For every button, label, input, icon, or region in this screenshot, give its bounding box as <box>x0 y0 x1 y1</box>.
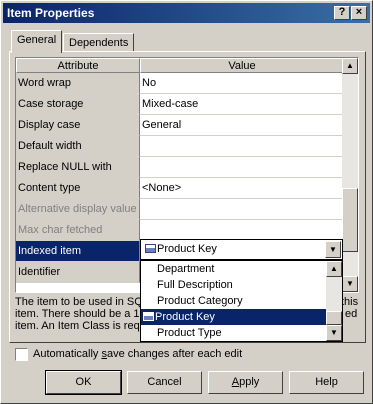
tab-dependents-label: Dependents <box>69 37 129 49</box>
attribute-cell: Identifier <box>16 262 140 283</box>
column-header-value[interactable]: Value <box>140 58 344 73</box>
value-cell[interactable] <box>140 136 344 157</box>
value-cell[interactable]: Mixed-case <box>140 94 344 115</box>
grid-row-replace-null[interactable]: Replace NULL with <box>16 157 344 178</box>
value-cell <box>140 199 344 220</box>
attribute-cell: Indexed item <box>16 241 140 262</box>
indexed-item-combobox[interactable]: Product Key ▼ <box>140 239 343 260</box>
ok-button[interactable]: OK <box>45 370 122 395</box>
label-text: ave changes after each edit <box>106 348 243 360</box>
label-text: Automatically <box>33 348 102 360</box>
attribute-cell: Max char fetched <box>16 220 140 241</box>
description-text: item. There should be a 1: <box>15 308 143 320</box>
description-text: this <box>341 296 359 308</box>
attribute-cell: Replace NULL with <box>16 157 140 178</box>
value-cell[interactable]: General <box>140 115 344 136</box>
grid-row-display-case[interactable]: Display case General <box>16 115 344 136</box>
value-cell[interactable]: No <box>140 73 344 94</box>
button-accelerator: A <box>231 376 240 388</box>
attribute-cell: Word wrap <box>16 73 140 94</box>
dropdown-scrollbar[interactable]: ▲ ▼ <box>326 261 342 341</box>
table-column-icon <box>145 244 156 253</box>
table-column-icon <box>143 312 154 321</box>
dropdown-option-selected[interactable]: Product Key <box>141 309 342 325</box>
combobox-arrow-icon[interactable]: ▼ <box>325 241 341 258</box>
value-cell[interactable]: <None> <box>140 178 344 199</box>
attribute-cell: Content type <box>16 178 140 199</box>
attribute-cell: Default width <box>16 136 140 157</box>
description-text: ed <box>345 308 358 320</box>
grid-row-content-type[interactable]: Content type <None> <box>16 178 344 199</box>
close-title-button[interactable]: × <box>351 6 367 20</box>
autosave-checkbox-label[interactable]: Automatically save changes after each ed… <box>33 348 242 361</box>
dropdown-option[interactable]: Product Type <box>141 325 342 341</box>
dropdown-option[interactable]: Department <box>141 261 342 277</box>
grid-header: Attribute Value <box>16 58 344 73</box>
tab-general-label: General <box>17 34 57 46</box>
grid-row-case-storage[interactable]: Case storage Mixed-case <box>16 94 344 115</box>
scroll-thumb[interactable] <box>326 311 342 325</box>
grid-row-alternative-display-value: Alternative display value <box>16 199 344 220</box>
tab-dependents[interactable]: Dependents <box>63 33 135 52</box>
scroll-thumb[interactable] <box>342 188 358 252</box>
value-cell <box>140 220 344 241</box>
description-text: The item to be used in SQL <box>15 296 149 308</box>
scroll-up-icon[interactable]: ▲ <box>342 58 358 74</box>
window-title: Item Properties <box>7 6 95 20</box>
column-header-attribute[interactable]: Attribute <box>16 58 140 73</box>
item-properties-dialog: Item Properties ? × General Dependents A… <box>0 0 373 404</box>
dropdown-option[interactable]: Product Category <box>141 293 342 309</box>
cancel-button[interactable]: Cancel <box>127 371 202 394</box>
scroll-down-icon[interactable]: ▼ <box>326 325 342 341</box>
help-button[interactable]: Help <box>289 371 364 394</box>
apply-button[interactable]: Apply <box>208 371 283 394</box>
attribute-cell: Alternative display value <box>16 199 140 220</box>
description-text: item. An Item Class is requ <box>15 320 146 332</box>
button-label: pply <box>239 376 260 388</box>
scroll-down-icon[interactable]: ▼ <box>342 276 358 292</box>
attribute-cell: Case storage <box>16 94 140 115</box>
combobox-value: Product Key <box>157 243 217 255</box>
dropdown-option-label: Product Key <box>155 311 215 323</box>
scroll-up-icon[interactable]: ▲ <box>326 261 342 277</box>
grid-row-max-char-fetched: Max char fetched <box>16 220 344 241</box>
indexed-item-dropdown-list: Department Full Description Product Cate… <box>140 260 343 342</box>
grid-scrollbar[interactable]: ▲ ▼ <box>342 58 358 292</box>
title-bar: Item Properties ? × <box>3 3 370 23</box>
help-title-button[interactable]: ? <box>334 6 350 20</box>
grid-row-default-width[interactable]: Default width <box>16 136 344 157</box>
attribute-cell: Display case <box>16 115 140 136</box>
dropdown-option[interactable]: Full Description <box>141 277 342 293</box>
autosave-checkbox[interactable] <box>15 348 28 361</box>
tab-general[interactable]: General <box>11 30 63 53</box>
value-cell[interactable] <box>140 157 344 178</box>
grid-row-word-wrap[interactable]: Word wrap No <box>16 73 344 94</box>
